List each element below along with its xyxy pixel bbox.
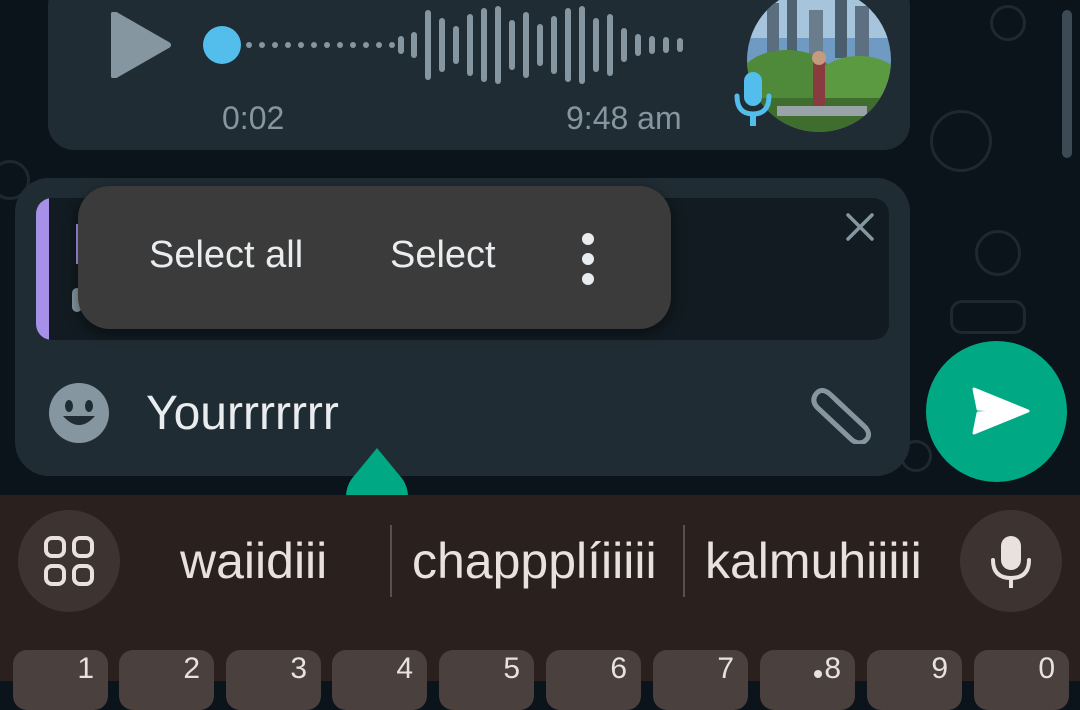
keyboard-apps-button[interactable] [18, 510, 120, 612]
playback-seek-handle[interactable] [203, 26, 241, 64]
suggestion-divider [683, 525, 685, 597]
key-7[interactable]: 7 [653, 650, 748, 710]
text-selection-menu: Select all Select [78, 186, 671, 329]
send-button[interactable] [926, 341, 1067, 482]
play-button[interactable] [110, 11, 174, 79]
keyboard-voice-button[interactable] [960, 510, 1062, 612]
emoji-button[interactable] [48, 382, 110, 444]
suggestion-2[interactable]: chappplíiiiii [412, 528, 657, 594]
voice-waveform[interactable] [398, 0, 698, 90]
key-2[interactable]: 2 [119, 650, 214, 710]
attach-button[interactable] [808, 380, 888, 446]
background-doodle [930, 110, 992, 172]
reply-accent-bar [36, 198, 49, 340]
send-icon [972, 387, 1030, 435]
microphone-icon [991, 536, 1031, 588]
key-5[interactable]: 5 [439, 650, 534, 710]
key-4[interactable]: 4 [332, 650, 427, 710]
background-doodle [950, 300, 1026, 334]
keyboard: waiidiii chappplíiiiii kalmuhiiiii 1 2 3… [0, 495, 1080, 710]
close-reply-button[interactable] [843, 210, 877, 244]
suggestion-3[interactable]: kalmuhiiiii [705, 528, 922, 594]
scrollbar-thumb[interactable] [1062, 10, 1072, 158]
more-options-button[interactable] [576, 233, 600, 285]
message-input[interactable]: Yourrrrrrr [146, 384, 786, 444]
key-0[interactable]: 0 [974, 650, 1069, 710]
voice-duration: 0:02 [222, 100, 285, 136]
select-all-menu-item[interactable]: Select all [149, 233, 303, 279]
voice-note-mic-badge [732, 70, 774, 130]
suggestion-1[interactable]: waiidiii [180, 528, 327, 594]
background-doodle [975, 230, 1021, 276]
key-3[interactable]: 3 [226, 650, 321, 710]
key-hint-dot [814, 670, 822, 678]
background-doodle [990, 5, 1026, 41]
close-icon [846, 213, 874, 241]
message-timestamp: 9:48 am [566, 100, 682, 136]
key-6[interactable]: 6 [546, 650, 641, 710]
emoji-icon [49, 383, 109, 443]
paperclip-icon [811, 388, 872, 446]
play-icon [111, 11, 171, 79]
microphone-icon [734, 72, 772, 126]
key-8[interactable]: 8 [760, 650, 855, 710]
select-menu-item[interactable]: Select [390, 233, 496, 279]
grid-icon [44, 536, 94, 586]
suggestion-divider [390, 525, 392, 597]
key-1[interactable]: 1 [13, 650, 108, 710]
key-9[interactable]: 9 [867, 650, 962, 710]
more-vertical-icon [582, 233, 594, 245]
